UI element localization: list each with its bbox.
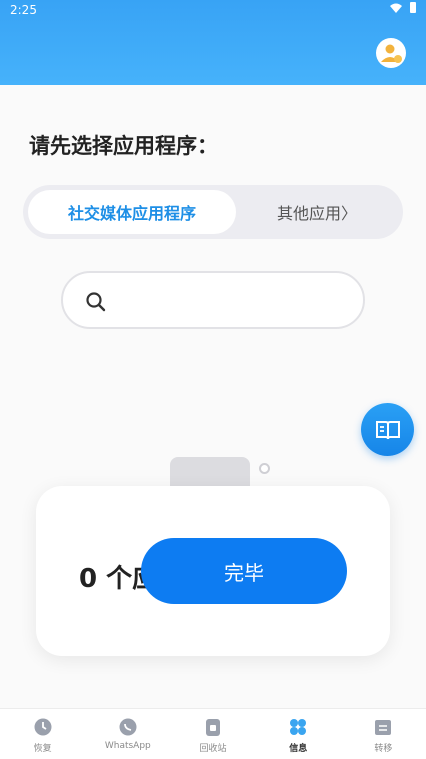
done-button[interactable]: 完毕	[141, 538, 347, 604]
nav-item-recycle-bin[interactable]: 回收站	[170, 709, 255, 759]
clock-icon	[34, 718, 52, 736]
wifi-icon	[390, 3, 402, 13]
profile-button[interactable]	[376, 38, 406, 68]
grid-icon	[290, 719, 307, 735]
search-box[interactable]	[61, 271, 365, 329]
nav-item-transfer[interactable]: 转移	[341, 709, 426, 759]
empty-state-dot	[259, 463, 270, 474]
tab-other-apps[interactable]: 其他应用〉	[236, 190, 398, 234]
page-title: 请先选择应用程序：	[29, 134, 218, 158]
status-time: 2:25	[10, 3, 37, 17]
bottom-nav: 恢复 WhatsApp 回收站 信息 转移	[0, 708, 426, 759]
nav-label-recycle-bin: 回收站	[199, 744, 227, 754]
nav-item-info[interactable]: 信息	[256, 709, 341, 759]
nav-label-info: 信息	[289, 744, 308, 754]
nav-label-transfer: 转移	[374, 744, 393, 754]
battery-icon	[410, 2, 416, 13]
whatsapp-icon	[119, 718, 137, 736]
tab-social-media-apps[interactable]: 社交媒体应用程序	[28, 190, 236, 234]
status-icons	[390, 2, 416, 13]
nav-label-whatsapp: WhatsApp	[104, 741, 151, 751]
category-tabs: 社交媒体应用程序 其他应用〉	[23, 185, 403, 239]
result-card: 0 个应用 完毕	[36, 486, 390, 656]
search-input[interactable]	[119, 283, 349, 317]
guide-button[interactable]	[361, 403, 414, 456]
user-avatar-icon	[381, 44, 402, 63]
transfer-icon	[375, 720, 392, 735]
book-icon	[375, 420, 400, 439]
status-bar: 2:25	[0, 0, 426, 20]
nav-item-whatsapp[interactable]: WhatsApp	[85, 709, 170, 759]
trash-icon	[206, 719, 220, 736]
search-icon	[86, 292, 106, 312]
nav-label-restore: 恢复	[33, 744, 52, 754]
nav-item-restore[interactable]: 恢复	[0, 709, 85, 759]
